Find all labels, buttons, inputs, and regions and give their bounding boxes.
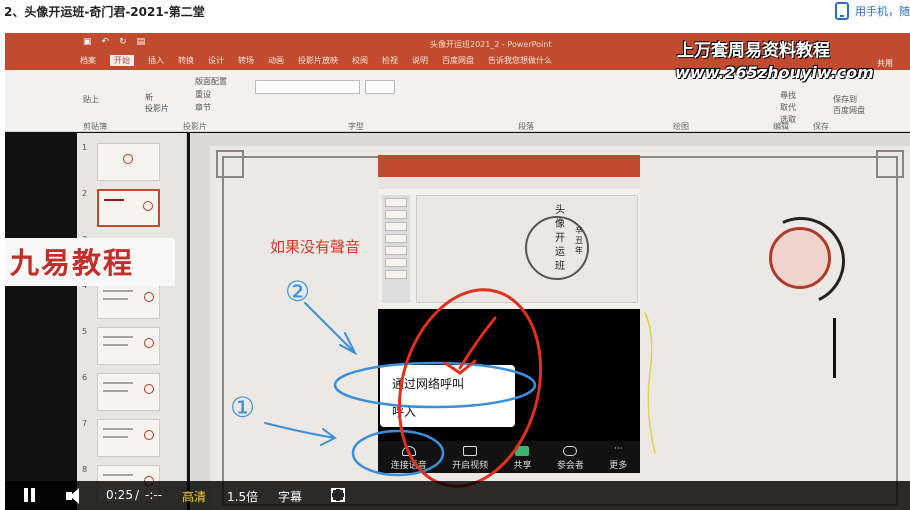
save-icon[interactable]: ▣ <box>83 37 92 47</box>
font-size-box[interactable] <box>365 80 395 94</box>
ppt-window-title: 头像开运班2021_2 - PowerPoint <box>430 40 552 49</box>
start-video-button[interactable]: 开启视频 <box>452 446 488 471</box>
phone-icon <box>835 2 849 20</box>
reset-button[interactable]: 重设 <box>195 89 211 100</box>
frame-corner <box>216 150 244 178</box>
embedded-title: 头 像 开 运 班 <box>555 205 565 272</box>
save-baidu-button[interactable]: 保存到 百度网盘 <box>833 94 865 116</box>
slide-number: 2 <box>82 189 88 198</box>
fullscreen-icon-gap-v <box>336 489 340 501</box>
tab-animations[interactable]: 动画 <box>268 55 284 66</box>
embedded-thumbnails <box>382 195 410 303</box>
quick-access-toolbar: ▣ ↶ ↻ ▤ <box>83 37 145 47</box>
slide-thumbnail[interactable] <box>97 281 160 319</box>
current-time: 0:25 <box>106 488 133 502</box>
time-separator: / <box>135 488 140 502</box>
group-label-clipboard: 剪贴簿 <box>83 122 107 131</box>
tab-slideshow[interactable]: 投影片放映 <box>298 55 338 66</box>
font-family-box[interactable] <box>255 80 360 94</box>
embedded-ribbon-body <box>378 177 640 189</box>
section-button[interactable]: 章节 <box>195 102 211 113</box>
slideshow-icon[interactable]: ▤ <box>137 37 146 47</box>
speed-button[interactable]: 1.5倍 <box>227 488 258 505</box>
page-title: 2、头像开运班-奇门君-2021-第二堂 <box>4 5 205 19</box>
quality-button[interactable]: 高清 <box>182 488 206 505</box>
tab-draw[interactable]: 转换 <box>178 55 194 66</box>
tab-transitions[interactable]: 转场 <box>238 55 254 66</box>
tab-help[interactable]: 说明 <box>412 55 428 66</box>
embedded-ribbon <box>378 155 640 177</box>
slide-thumbnail-pane: 1 2 3 4 5 6 7 8 <box>77 133 187 510</box>
subtitle-button[interactable]: 字幕 <box>278 488 302 505</box>
player-controls: 0:25 / -:-- 高清 1.5倍 字幕 <box>5 481 910 510</box>
participants-icon <box>563 446 578 456</box>
ribbon-group-labels: 剪贴簿 投影片 字型 段落 绘图 编辑 保存 <box>83 121 853 132</box>
tab-view[interactable]: 检视 <box>382 55 398 66</box>
redo-icon[interactable]: ↻ <box>119 37 127 47</box>
group-label-font: 字型 <box>348 122 364 131</box>
slide-number: 8 <box>82 465 88 474</box>
tab-baidu[interactable]: 百度网盘 <box>442 55 474 66</box>
tell-me-search[interactable]: 告诉我您想做什么 <box>488 55 552 66</box>
undo-icon[interactable]: ↶ <box>102 37 110 47</box>
embedded-slide: 头 像 开 运 班 辛 丑 年 <box>416 195 638 303</box>
tab-insert[interactable]: 插入 <box>148 55 164 66</box>
tab-review[interactable]: 校阅 <box>352 55 368 66</box>
meeting-toolbar: 连接语音 开启视频 共享 参会者 ··· 更多 <box>378 441 640 473</box>
ribbon-tabs: 档案 开始 插入 转换 设计 转场 动画 投影片放映 校阅 检视 说明 百度网盘… <box>80 55 552 66</box>
total-time: -:-- <box>145 488 163 502</box>
new-slide-button[interactable]: 新 投影片 <box>145 92 169 114</box>
paste-button[interactable]: 贴上 <box>83 94 99 105</box>
share-button[interactable]: 共用 <box>877 58 893 69</box>
tab-file[interactable]: 档案 <box>80 55 96 66</box>
replace-button[interactable]: 取代 <box>780 102 796 113</box>
slide-thumbnail[interactable] <box>97 373 160 411</box>
share-screen-button[interactable]: 共享 <box>513 446 531 471</box>
group-label-paragraph: 段落 <box>518 122 534 131</box>
no-sound-text: 如果没有聲音 <box>270 238 361 256</box>
volume-button[interactable] <box>66 488 86 504</box>
group-label-slides: 投影片 <box>183 122 207 131</box>
pause-button[interactable] <box>23 488 37 502</box>
participants-button[interactable]: 参会者 <box>557 446 584 471</box>
layout-button[interactable]: 版面配置 <box>195 76 227 87</box>
more-button[interactable]: ··· 更多 <box>609 444 627 472</box>
use-phone-label: 用手机，随 <box>855 5 910 18</box>
more-icon: ··· <box>613 444 623 454</box>
tab-home[interactable]: 开始 <box>110 55 134 66</box>
group-label-drawing: 绘图 <box>673 122 689 131</box>
video-off-icon <box>463 446 478 456</box>
video-player[interactable]: ▣ ↶ ↻ ▤ 头像开运班2021_2 - PowerPoint 档案 开始 插… <box>5 33 910 510</box>
slide-number: 7 <box>82 419 88 428</box>
watermark-top: 上万套周易资料教程 <box>677 41 830 61</box>
slide-thumbnail[interactable] <box>97 419 160 457</box>
slide-thumbnail[interactable] <box>97 327 160 365</box>
call-via-network-option[interactable]: 通过网络呼叫 <box>392 375 464 392</box>
group-label-save: 保存 <box>813 122 829 131</box>
group-label-editing: 编辑 <box>773 122 789 131</box>
embedded-ppt: 头 像 开 运 班 辛 丑 年 <box>378 155 640 309</box>
use-phone-link[interactable]: 用手机，随 <box>835 2 910 20</box>
slide-number: 1 <box>82 143 88 152</box>
slide-number: 6 <box>82 373 88 382</box>
tab-design[interactable]: 设计 <box>208 55 224 66</box>
share-icon <box>515 446 530 456</box>
slide-number: 5 <box>82 327 88 336</box>
find-button[interactable]: 尋找 <box>780 90 796 101</box>
audio-menu: 通过网络呼叫 呼入 <box>380 365 515 427</box>
join-audio-button[interactable]: 连接语音 <box>391 446 427 471</box>
watermark-url: www.265zhouyiw.com <box>675 63 874 82</box>
ink-stroke <box>833 318 836 378</box>
frame-corner <box>876 150 904 178</box>
watermark-left: 九易教程 <box>5 238 175 286</box>
dial-in-option[interactable]: 呼入 <box>392 403 416 420</box>
embedded-side-text: 辛 丑 年 <box>575 226 583 255</box>
slide-thumbnail[interactable] <box>97 143 160 181</box>
headphone-icon <box>401 446 416 456</box>
slide-thumbnail[interactable] <box>97 189 160 227</box>
seal-stamp <box>769 227 831 289</box>
